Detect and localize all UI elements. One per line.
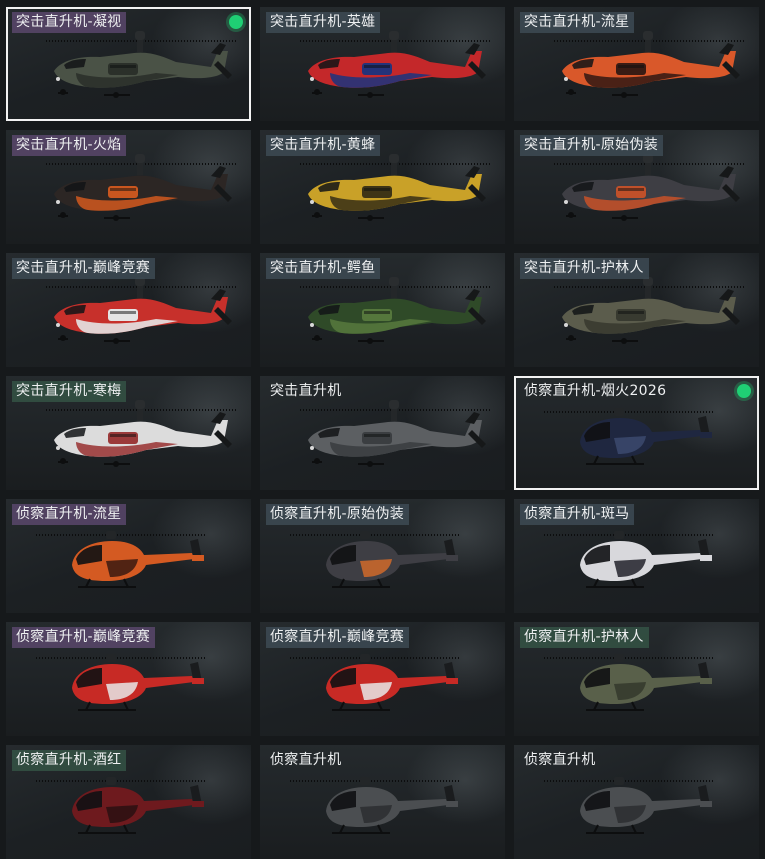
skin-card[interactable]: 侦察直升机-原始伪装 xyxy=(260,499,505,613)
skin-card[interactable]: 突击直升机-护林人 xyxy=(514,253,759,367)
attack-helicopter-icon xyxy=(46,277,238,344)
attack-helicopter-icon xyxy=(46,31,238,98)
skin-name-label: 侦察直升机-酒红 xyxy=(12,750,127,771)
skin-card[interactable]: 突击直升机-寒梅 xyxy=(6,376,251,490)
skin-card[interactable]: 侦察直升机-烟火2026 xyxy=(514,376,759,490)
skin-name-label: 侦察直升机-巅峰竞赛 xyxy=(266,627,410,648)
scout-helicopter-icon xyxy=(544,408,714,465)
skin-card[interactable]: 突击直升机-英雄 xyxy=(260,7,505,121)
scout-helicopter-icon xyxy=(544,531,714,588)
skin-name-label: 突击直升机-寒梅 xyxy=(12,381,127,402)
skin-card[interactable]: 侦察直升机 xyxy=(260,745,505,859)
attack-helicopter-icon xyxy=(46,154,238,221)
skin-name-label: 侦察直升机-护林人 xyxy=(520,627,649,648)
skin-name-label: 突击直升机-原始伪装 xyxy=(520,135,664,156)
attack-helicopter-icon xyxy=(46,400,238,467)
equipped-indicator-icon xyxy=(737,384,751,398)
scout-helicopter-icon xyxy=(544,654,714,711)
attack-helicopter-icon xyxy=(300,277,492,344)
skin-card[interactable]: 突击直升机-巅峰竞赛 xyxy=(6,253,251,367)
attack-helicopter-icon xyxy=(554,31,746,98)
skin-name-label: 侦察直升机 xyxy=(270,752,342,768)
skin-card[interactable]: 侦察直升机-斑马 xyxy=(514,499,759,613)
attack-helicopter-icon xyxy=(554,277,746,344)
attack-helicopter-icon xyxy=(300,31,492,98)
skin-name-label: 侦察直升机-原始伪装 xyxy=(266,504,410,525)
scout-helicopter-icon xyxy=(36,777,206,834)
skin-card[interactable]: 侦察直升机-巅峰竞赛 xyxy=(6,622,251,736)
skin-name-label: 侦察直升机-斑马 xyxy=(520,504,635,525)
scout-helicopter-icon xyxy=(290,531,460,588)
skin-name-label: 侦察直升机 xyxy=(524,752,596,768)
skin-name-label: 侦察直升机-烟火2026 xyxy=(524,383,667,399)
skin-card[interactable]: 侦察直升机 xyxy=(514,745,759,859)
scout-helicopter-icon xyxy=(290,654,460,711)
skin-name-label: 突击直升机-巅峰竞赛 xyxy=(12,258,156,279)
skin-name-label: 突击直升机-凝视 xyxy=(12,12,127,33)
skin-name-label: 侦察直升机-巅峰竞赛 xyxy=(12,627,156,648)
skin-name-label: 侦察直升机-流星 xyxy=(12,504,127,525)
equipped-indicator-icon xyxy=(229,15,243,29)
scout-helicopter-icon xyxy=(36,531,206,588)
skin-grid: 突击直升机-凝视 突击直升机-英雄 突击直升机-流星 突击直升机-火焰 突击直升… xyxy=(0,0,765,859)
scout-helicopter-icon xyxy=(290,777,460,834)
skin-name-label: 突击直升机-护林人 xyxy=(520,258,649,279)
scout-helicopter-icon xyxy=(544,777,714,834)
skin-card[interactable]: 突击直升机-黄蜂 xyxy=(260,130,505,244)
skin-name-label: 突击直升机-火焰 xyxy=(12,135,127,156)
skin-card[interactable]: 突击直升机-原始伪装 xyxy=(514,130,759,244)
skin-card[interactable]: 侦察直升机-流星 xyxy=(6,499,251,613)
skin-card[interactable]: 侦察直升机-巅峰竞赛 xyxy=(260,622,505,736)
skin-card[interactable]: 突击直升机-鳄鱼 xyxy=(260,253,505,367)
skin-name-label: 突击直升机 xyxy=(270,383,342,399)
skin-name-label: 突击直升机-流星 xyxy=(520,12,635,33)
skin-card[interactable]: 突击直升机-流星 xyxy=(514,7,759,121)
attack-helicopter-icon xyxy=(300,154,492,221)
skin-name-label: 突击直升机-黄蜂 xyxy=(266,135,381,156)
skin-name-label: 突击直升机-鳄鱼 xyxy=(266,258,381,279)
skin-card[interactable]: 侦察直升机-酒红 xyxy=(6,745,251,859)
skin-card[interactable]: 侦察直升机-护林人 xyxy=(514,622,759,736)
skin-card[interactable]: 突击直升机 xyxy=(260,376,505,490)
scout-helicopter-icon xyxy=(36,654,206,711)
skin-card[interactable]: 突击直升机-凝视 xyxy=(6,7,251,121)
skin-name-label: 突击直升机-英雄 xyxy=(266,12,381,33)
attack-helicopter-icon xyxy=(554,154,746,221)
attack-helicopter-icon xyxy=(300,400,492,467)
skin-card[interactable]: 突击直升机-火焰 xyxy=(6,130,251,244)
